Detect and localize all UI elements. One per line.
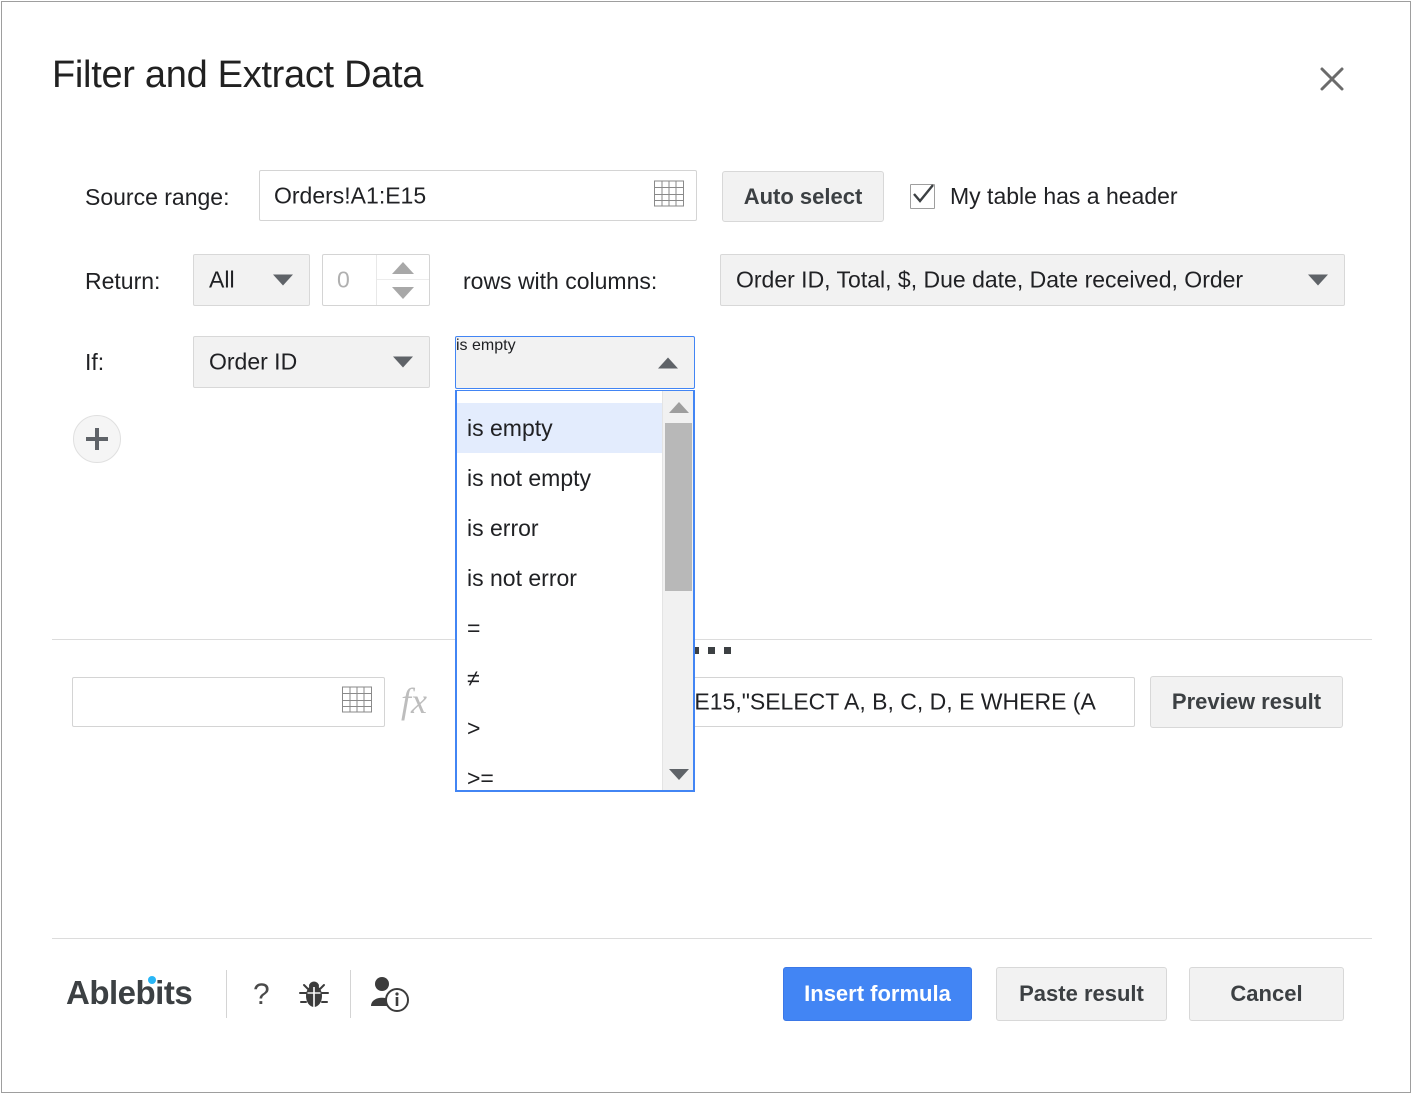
source-range-value: Orders!A1:E15: [274, 182, 427, 208]
dropdown-scrollbar[interactable]: [662, 391, 693, 790]
source-range-input[interactable]: Orders!A1:E15: [259, 170, 697, 221]
condition-operator-value: is empty: [456, 337, 516, 354]
cancel-button[interactable]: Cancel: [1189, 967, 1344, 1021]
footer-separator: [226, 970, 227, 1018]
operator-options: is empty is not empty is error is not er…: [457, 391, 662, 790]
ablebits-logo: Ablebits: [66, 974, 193, 1012]
stepper-down-icon[interactable]: [377, 279, 429, 305]
insert-formula-button[interactable]: Insert formula: [783, 967, 972, 1021]
operator-option-greater-or-equal[interactable]: >=: [457, 753, 662, 790]
scrollbar-thumb[interactable]: [665, 423, 692, 591]
paste-result-button[interactable]: Paste result: [996, 967, 1167, 1021]
my-table-has-header-label: My table has a header: [950, 183, 1178, 209]
return-count-value: 0: [337, 266, 350, 293]
page-title: Filter and Extract Data: [52, 54, 424, 96]
operator-option-not-equals[interactable]: ≠: [457, 653, 662, 703]
footer-separator: [350, 970, 351, 1018]
chevron-down-icon: [1308, 274, 1328, 286]
operator-option-equals[interactable]: =: [457, 603, 662, 653]
return-mode-select[interactable]: All: [193, 254, 310, 306]
condition-column-select[interactable]: Order ID: [193, 336, 430, 388]
chevron-down-icon: [273, 274, 293, 286]
chevron-up-icon: [658, 357, 678, 368]
if-label: If:: [85, 349, 105, 375]
rows-with-columns-label: rows with columns:: [463, 268, 658, 294]
operator-option-is-error[interactable]: is error: [457, 503, 662, 553]
columns-select[interactable]: Order ID, Total, $, Due date, Date recei…: [720, 254, 1345, 306]
scroll-down-arrow-icon[interactable]: [663, 760, 693, 788]
filter-and-extract-dialog: Filter and Extract Data Source range: Or…: [1, 1, 1411, 1093]
condition-operator-select[interactable]: is empty: [455, 336, 695, 389]
auto-select-button[interactable]: Auto select: [722, 171, 884, 222]
operator-option-greater-than[interactable]: >: [457, 703, 662, 753]
operator-option-is-not-error[interactable]: is not error: [457, 553, 662, 603]
operator-dropdown-list[interactable]: is empty is not empty is error is not er…: [455, 390, 695, 792]
destination-range-input[interactable]: [72, 677, 385, 727]
section-divider: [52, 639, 1372, 640]
columns-value: Order ID, Total, $, Due date, Date recei…: [736, 266, 1244, 293]
close-icon[interactable]: [1310, 57, 1354, 101]
scroll-up-arrow-icon[interactable]: [663, 393, 693, 421]
brand-text: Ablebits: [66, 974, 193, 1011]
return-label: Return:: [85, 268, 161, 294]
operator-option-is-not-empty[interactable]: is not empty: [457, 453, 662, 503]
stepper-buttons: [376, 255, 429, 305]
operator-option-is-empty[interactable]: is empty: [457, 403, 662, 453]
source-range-label: Source range:: [85, 184, 230, 210]
add-condition-button[interactable]: [73, 415, 121, 463]
return-count-stepper[interactable]: 0: [322, 254, 430, 306]
checkbox-box[interactable]: [910, 184, 935, 209]
svg-text:?: ?: [253, 978, 270, 1011]
footer-divider: [52, 938, 1372, 939]
preview-result-button[interactable]: Preview result: [1150, 676, 1343, 728]
stepper-up-icon[interactable]: [377, 255, 429, 280]
question-mark-icon[interactable]: ?: [247, 970, 279, 1018]
range-picker-grid-icon[interactable]: [654, 180, 684, 211]
formula-overflow-dots: [692, 647, 731, 654]
range-picker-grid-icon[interactable]: [342, 686, 372, 718]
chevron-down-icon: [393, 356, 413, 368]
condition-column-value: Order ID: [209, 348, 298, 375]
return-mode-value: All: [209, 266, 235, 293]
account-info-icon[interactable]: [366, 970, 414, 1018]
fx-label: fx: [401, 681, 427, 721]
my-table-has-header-checkbox[interactable]: My table has a header: [910, 183, 1178, 210]
bug-icon[interactable]: [294, 972, 334, 1016]
formula-value: :E15,"SELECT A, B, C, D, E WHERE (A: [688, 688, 1096, 715]
